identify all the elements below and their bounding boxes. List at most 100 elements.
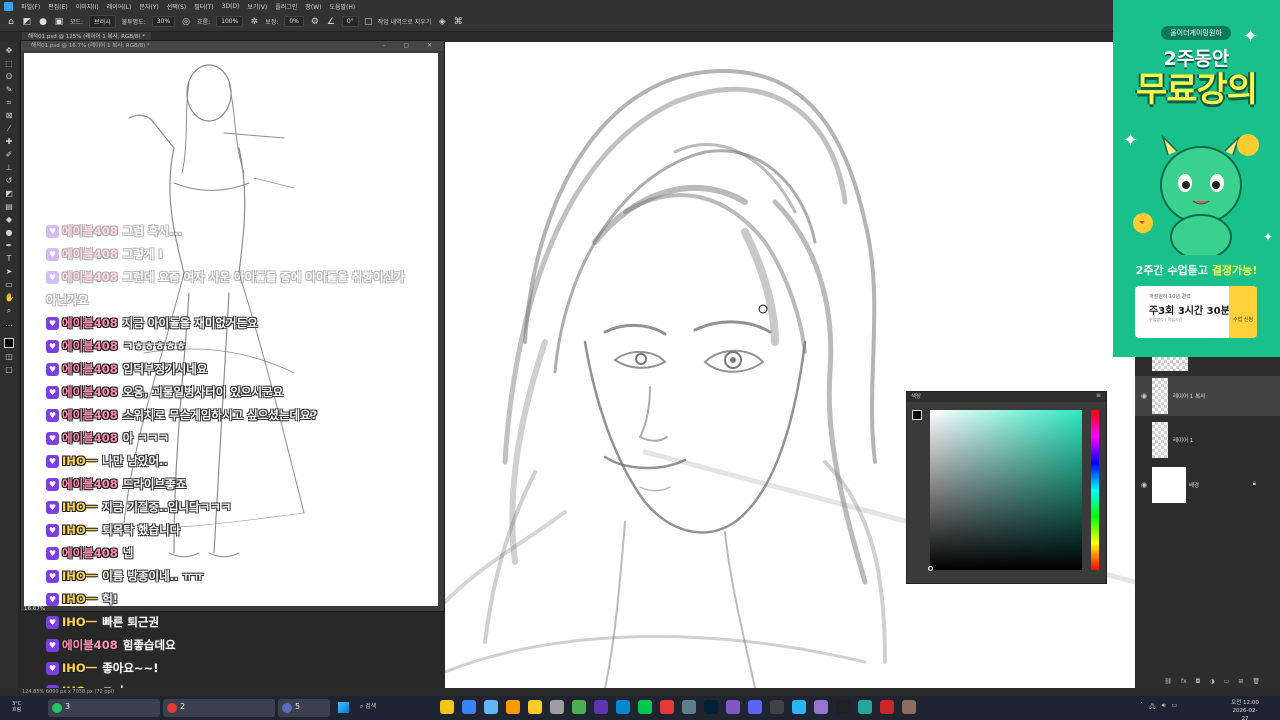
- saturation-value-field[interactable]: [930, 410, 1082, 570]
- app-icon[interactable]: [682, 700, 696, 714]
- gradient-tool-icon[interactable]: ▤: [5, 202, 14, 211]
- chrome-icon[interactable]: [572, 700, 586, 714]
- taskbar-search[interactable]: ⌕ 검색: [360, 701, 376, 711]
- menu-image[interactable]: 이미지(I): [76, 2, 99, 11]
- volume-icon[interactable]: 🔊︎: [1162, 702, 1166, 712]
- brush-tool-icon[interactable]: ✐: [5, 150, 14, 159]
- file-explorer-icon[interactable]: [528, 700, 542, 714]
- erase-to-history-checkbox[interactable]: [364, 18, 372, 25]
- app-icon[interactable]: [902, 700, 916, 714]
- layer-row[interactable]: ◉ 레이어 1 복사: [1135, 376, 1280, 416]
- menu-file[interactable]: 파일(F): [21, 2, 40, 11]
- blur-tool-icon[interactable]: ◆: [5, 215, 14, 224]
- hue-slider[interactable]: [1091, 410, 1099, 570]
- eyedropper-tool-icon[interactable]: ⁄: [5, 124, 14, 133]
- more-tools-icon[interactable]: …: [5, 319, 14, 328]
- symmetry-icon[interactable]: ⌘: [453, 17, 463, 27]
- app-icon[interactable]: [506, 700, 520, 714]
- app-icon[interactable]: [550, 700, 564, 714]
- pressure-opacity-icon[interactable]: ◎: [181, 17, 191, 27]
- advertisement-banner[interactable]: 울이더게이밍원하 2주동안 무료강의 ✦ ✦ ✦ 2주간 수업듣고 결정가능! …: [1113, 0, 1280, 357]
- menu-edit[interactable]: 편집(E): [48, 2, 68, 11]
- layer-style-icon[interactable]: fx: [1181, 678, 1187, 688]
- network-icon[interactable]: 🖧︎: [1149, 702, 1156, 712]
- battery-icon[interactable]: ▭: [1171, 702, 1177, 712]
- pressure-size-icon[interactable]: ◈: [437, 17, 447, 27]
- stamp-tool-icon[interactable]: ⊥: [5, 163, 14, 172]
- new-layer-icon[interactable]: ⊞: [1238, 678, 1243, 688]
- app-icon[interactable]: [638, 700, 652, 714]
- lasso-tool-icon[interactable]: ʘ: [5, 72, 14, 81]
- new-group-icon[interactable]: ▭: [1224, 678, 1230, 688]
- healing-tool-icon[interactable]: ✚: [5, 137, 14, 146]
- app-icon[interactable]: [814, 700, 828, 714]
- flow-input[interactable]: 100%: [216, 16, 244, 27]
- menu-window[interactable]: 창(W): [305, 2, 321, 11]
- mode-select[interactable]: 브러시: [89, 15, 116, 28]
- menu-type[interactable]: 문자(Y): [139, 2, 158, 11]
- delete-layer-icon[interactable]: 🗑︎: [1252, 678, 1260, 688]
- menu-3d[interactable]: 3D(D): [222, 3, 240, 10]
- taskbar-group[interactable]: 3: [48, 699, 160, 717]
- foreground-color-swatch[interactable]: [4, 338, 14, 348]
- app-icon[interactable]: [880, 700, 894, 714]
- ad-info-card[interactable]: 개설원하 10년 경력 주3회 3시간 30분 수업방식 / 학습시간 수업 신…: [1135, 286, 1257, 338]
- tray-chevron-icon[interactable]: ˄: [1140, 702, 1143, 712]
- adjustment-layer-icon[interactable]: ◑: [1209, 678, 1214, 688]
- reference-window-titlebar[interactable]: 해적01.psd @ 16.7% (레이어 1 복사, RGB/8) * – ▢…: [21, 41, 444, 51]
- color-picker-cursor[interactable]: [928, 566, 933, 571]
- angle-input[interactable]: 0°: [341, 16, 359, 27]
- clock[interactable]: 오전 12:00 2026-02-27: [1230, 699, 1260, 720]
- move-tool-icon[interactable]: ✥: [5, 46, 14, 55]
- eraser-tool-icon[interactable]: ◩: [22, 17, 32, 27]
- path-select-tool-icon[interactable]: ➤: [5, 267, 14, 276]
- eraser-tool-icon[interactable]: ◩: [5, 189, 14, 198]
- home-icon[interactable]: ⌂: [6, 17, 16, 27]
- menu-plugins[interactable]: 플러그인: [275, 2, 297, 11]
- menu-layer[interactable]: 레이어(L): [107, 2, 132, 11]
- app-icon[interactable]: [770, 700, 784, 714]
- weather-widget[interactable]: 3°C 흐림: [12, 701, 21, 713]
- menu-filter[interactable]: 필터(T): [194, 2, 213, 11]
- smoothing-input[interactable]: 0%: [284, 16, 304, 27]
- color-swatch[interactable]: [912, 410, 922, 420]
- brush-preset-icon[interactable]: ●: [38, 17, 48, 27]
- menu-help[interactable]: 도움말(H): [329, 2, 355, 11]
- link-layers-icon[interactable]: ⛓: [1164, 678, 1172, 688]
- add-mask-icon[interactable]: ◘: [1196, 678, 1201, 688]
- layer-row[interactable]: ◉ 배경 🔒︎: [1135, 465, 1280, 505]
- photoshop-icon[interactable]: [704, 700, 718, 714]
- panel-menu-icon[interactable]: ≡: [1096, 392, 1101, 399]
- taskbar-group[interactable]: 2: [163, 699, 275, 717]
- dodge-tool-icon[interactable]: ●: [5, 228, 14, 237]
- taskbar-group[interactable]: 5: [278, 699, 330, 717]
- layer-row[interactable]: 레이어 1: [1135, 420, 1280, 460]
- opacity-input[interactable]: 30%: [151, 16, 176, 27]
- hand-tool-icon[interactable]: ✋: [5, 293, 15, 302]
- brush-settings-icon[interactable]: ▣: [54, 17, 64, 27]
- type-tool-icon[interactable]: T: [5, 254, 14, 263]
- visibility-eye-icon[interactable]: ◉: [1141, 392, 1147, 400]
- quick-select-tool-icon[interactable]: ✎: [5, 85, 14, 94]
- frame-tool-icon[interactable]: ⊠: [5, 111, 14, 120]
- history-brush-tool-icon[interactable]: ↺: [5, 176, 14, 185]
- app-icon[interactable]: [858, 700, 872, 714]
- zoom-tool-icon[interactable]: ⌕: [5, 306, 14, 315]
- airbrush-icon[interactable]: ✲: [249, 17, 259, 27]
- app-icon[interactable]: [440, 700, 454, 714]
- app-icon[interactable]: [792, 700, 806, 714]
- app-icon[interactable]: [660, 700, 674, 714]
- menu-select[interactable]: 선택(S): [167, 2, 187, 11]
- pen-tool-icon[interactable]: ✒: [5, 241, 14, 250]
- window-controls[interactable]: – ▢ ✕: [382, 41, 440, 51]
- app-icon[interactable]: [836, 700, 850, 714]
- app-icon[interactable]: [484, 700, 498, 714]
- app-icon[interactable]: [594, 700, 608, 714]
- ad-signup-button[interactable]: 수업 신청: [1229, 286, 1257, 338]
- edge-icon[interactable]: [616, 700, 630, 714]
- marquee-tool-icon[interactable]: ⬚: [5, 59, 14, 68]
- smoothing-settings-icon[interactable]: ⚙: [310, 17, 320, 27]
- quick-mask-icon[interactable]: ◫: [5, 352, 14, 361]
- app-icon[interactable]: [462, 700, 476, 714]
- visibility-eye-icon[interactable]: ◉: [1141, 481, 1147, 489]
